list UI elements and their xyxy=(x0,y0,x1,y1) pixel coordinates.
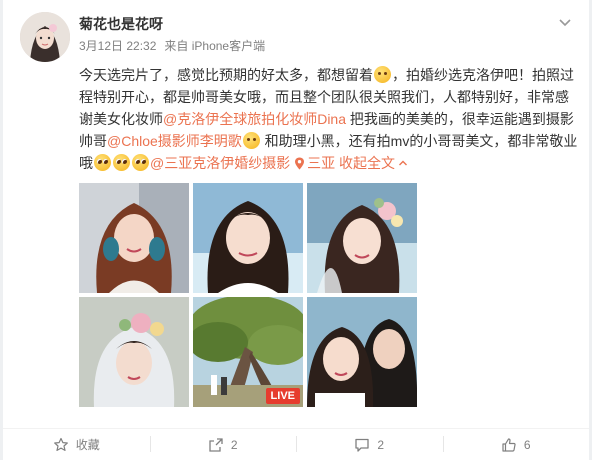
username[interactable]: 菊花也是花呀 xyxy=(79,14,163,34)
avatar[interactable] xyxy=(20,12,70,62)
photo-2[interactable] xyxy=(193,183,303,293)
mention-link[interactable]: @三亚克洛伊婚纱摄影 xyxy=(150,155,290,171)
action-bar: 收藏 2 2 6 xyxy=(3,429,589,460)
photo-1[interactable] xyxy=(79,183,189,293)
pleading-emoji-icon xyxy=(94,154,111,171)
like-button[interactable]: 6 xyxy=(442,429,590,460)
comment-count: 2 xyxy=(377,437,385,452)
pleading-emoji-icon xyxy=(132,154,149,171)
chevron-up-icon xyxy=(399,160,407,166)
chevron-down-icon[interactable] xyxy=(557,14,573,30)
comment-button[interactable]: 2 xyxy=(296,429,443,460)
collapse-text-label: 收起全文 xyxy=(339,155,395,171)
location-pin-icon xyxy=(295,157,305,170)
favorite-label: 收藏 xyxy=(75,438,100,452)
photo-6[interactable] xyxy=(307,297,417,407)
photo-5[interactable]: LIVE xyxy=(193,297,303,407)
live-photo-badge: LIVE xyxy=(265,388,300,404)
post-meta: 3月12日 22:32 来自 iPhone客户端 xyxy=(79,37,273,54)
mention-link[interactable]: @Chloe摄影师李明歌 xyxy=(107,133,242,149)
photo-4[interactable] xyxy=(79,297,189,407)
thumbs-up-icon xyxy=(502,437,516,452)
smile-emoji-icon xyxy=(242,132,260,149)
collapse-text-link[interactable]: 收起全文 xyxy=(339,155,408,171)
mention-link[interactable]: @克洛伊全球旅拍化妆师Dina xyxy=(163,111,346,127)
smile-emoji-icon xyxy=(374,66,391,83)
weibo-post-card: 菊花也是花呀 3月12日 22:32 来自 iPhone客户端 今天选完片了，感觉… xyxy=(3,0,589,460)
post-source: 来自 iPhone客户端 xyxy=(164,39,266,53)
comment-icon xyxy=(355,438,370,452)
location-label: 三亚 xyxy=(307,155,336,171)
post-text: 今天选完片了，感觉比预期的好太多，都想留着 ，拍婚纱选克洛伊吧！拍照过程特别开心，… xyxy=(79,64,579,174)
like-count: 6 xyxy=(523,437,531,452)
photo-3[interactable] xyxy=(307,183,417,293)
repost-count: 2 xyxy=(230,437,238,452)
star-icon xyxy=(53,437,68,451)
location-link[interactable]: 三亚 xyxy=(294,155,335,171)
pleading-emoji-icon xyxy=(113,154,130,171)
post-text-segment: 今天选完片了，感觉比预期的好太多，都想留着 xyxy=(79,67,373,83)
repost-icon xyxy=(209,437,223,452)
post-time[interactable]: 3月12日 22:32 xyxy=(79,39,156,53)
favorite-button[interactable]: 收藏 xyxy=(3,429,150,460)
repost-button[interactable]: 2 xyxy=(149,429,297,460)
